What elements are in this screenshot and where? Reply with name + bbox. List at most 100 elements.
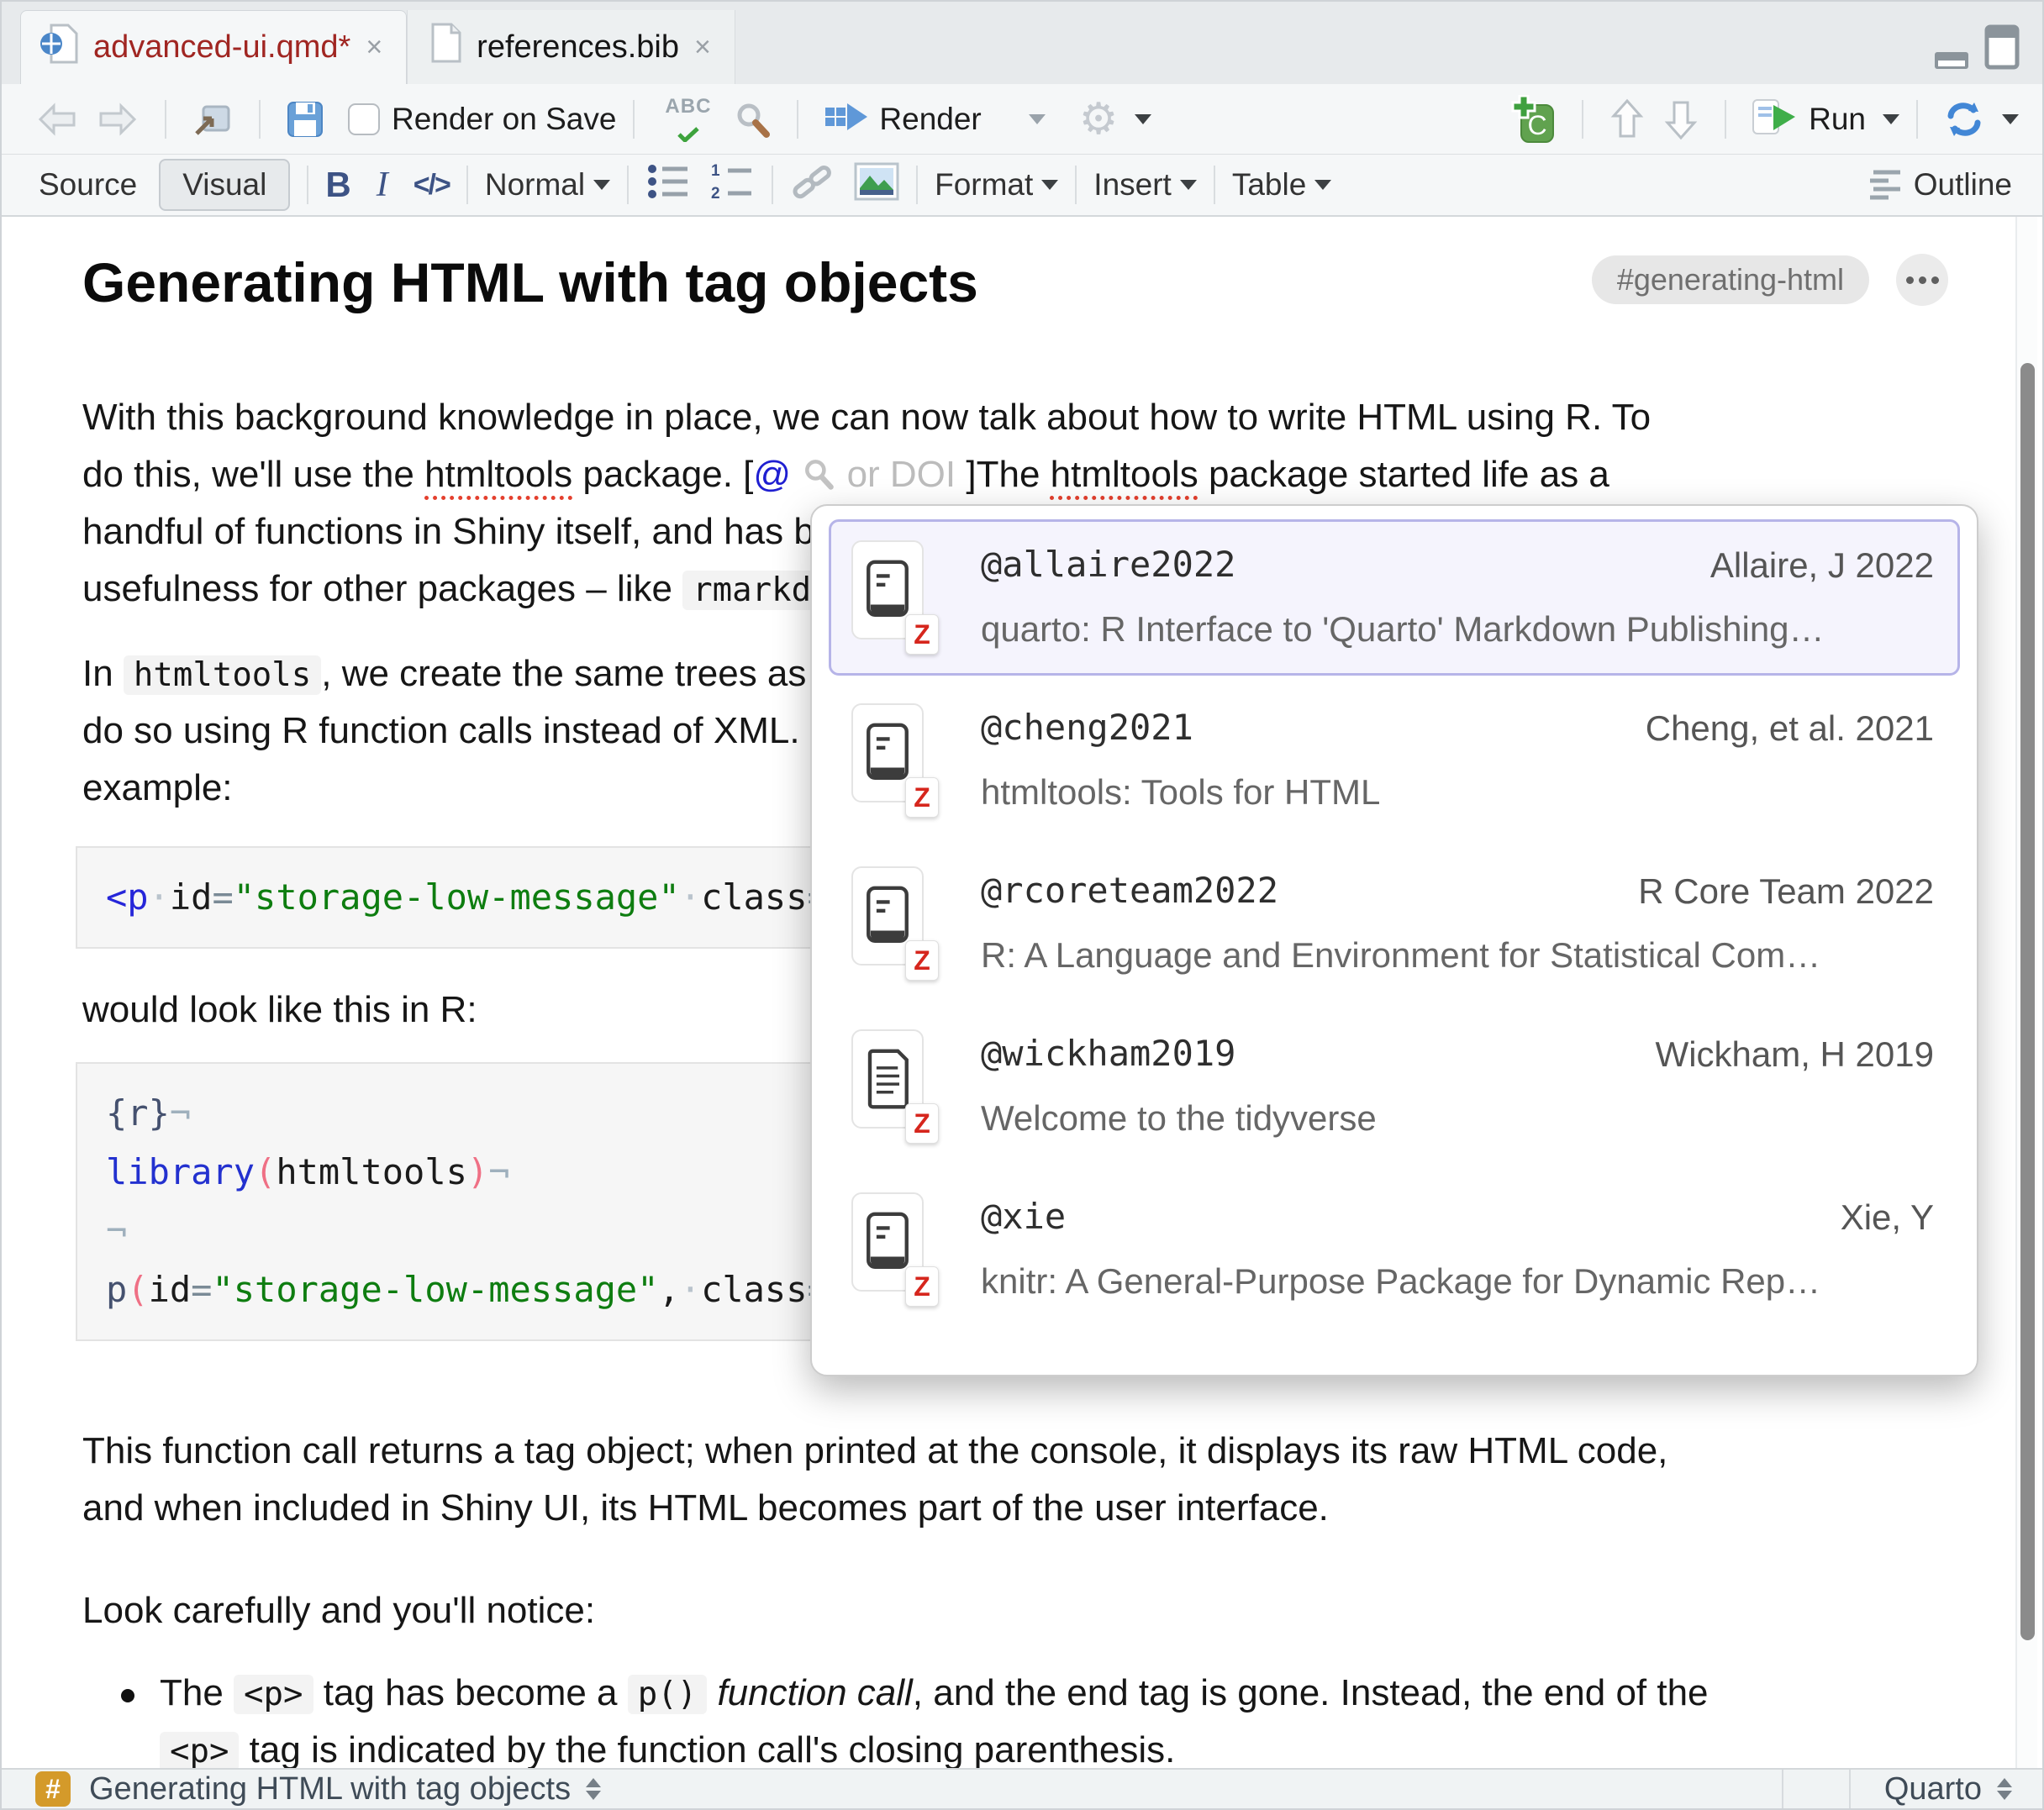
visual-mode-button[interactable]: Visual [159,159,290,211]
render-on-save-checkbox[interactable] [348,103,380,135]
citation-key: @allaire2022 [981,544,1235,585]
maximize-pane-icon[interactable] [1983,24,2020,75]
section-navigator-caret[interactable] [586,1778,601,1800]
section-anchor-badge: #generating-html [1592,255,1869,304]
close-icon[interactable]: × [693,31,713,64]
image-button[interactable] [854,162,899,208]
book-icon: Z [851,540,924,639]
citation-title: R: A Language and Environment for Statis… [981,935,1820,976]
document-canvas[interactable]: Generating HTML with tag objects #genera… [2,217,2042,1768]
citation-item[interactable]: Z@allaire2022Allaire, J 2022quarto: R In… [829,519,1960,676]
render-icon [824,100,869,138]
italic-button[interactable]: I [377,165,388,205]
citation-author: Allaire, J 2022 [1710,545,1934,586]
save-button[interactable] [277,95,333,144]
run-icon [1752,98,1799,139]
misspelled-word: htmltools [424,454,572,495]
citation-popup-list: Z@allaire2022Allaire, J 2022quarto: R In… [829,519,1960,1328]
citation-key: @cheng2021 [981,707,1193,748]
run-button[interactable]: Run [1743,93,1874,145]
citation-key: @wickham2019 [981,1033,1235,1074]
table-menu-caret[interactable] [1314,180,1331,190]
numbered-list-button[interactable]: 12 [709,161,755,209]
svg-text:2: 2 [711,185,720,202]
svg-text:C: C [1528,110,1547,140]
citation-at-token: @ [753,454,791,495]
zotero-badge: Z [905,1103,939,1144]
citation-key: @xie [981,1196,1066,1237]
section-options-button[interactable] [1896,254,1948,306]
paragraph-line: With this background knowledge in place,… [82,397,1651,439]
inline-code-button[interactable]: </> [414,169,450,202]
insert-menu[interactable]: Insert [1093,167,1172,203]
render-button[interactable]: Render [815,95,989,143]
book-icon: Z [851,866,924,966]
paragraph-style-select[interactable]: Normal [485,167,585,203]
link-button[interactable] [790,161,835,209]
citation-author: Xie, Y [1841,1197,1934,1238]
insert-chunk-button[interactable]: C [1503,90,1565,149]
rerun-button[interactable] [1935,95,1994,144]
render-on-save-label: Render on Save [392,102,616,137]
forward-button[interactable] [87,94,148,145]
paragraph-line: do this, we'll use the htmltools package… [82,454,1609,496]
format-menu-caret[interactable] [1041,180,1058,190]
options-dropdown-caret[interactable] [1135,114,1151,124]
close-icon[interactable]: × [364,31,384,64]
inline-code: p() [628,1675,707,1714]
rerun-dropdown-caret[interactable] [2002,114,2019,124]
render-dropdown-caret[interactable] [1029,114,1046,124]
run-previous-chunks-button[interactable] [1600,92,1654,146]
bulleted-list-button[interactable] [645,162,691,208]
zotero-badge: Z [905,777,939,818]
pane-window-buttons [1933,24,2020,75]
run-next-chunk-button[interactable] [1654,92,1708,146]
scrollbar-thumb[interactable] [2020,363,2035,1640]
document-format-selector[interactable]: Quarto [1849,1770,2042,1808]
paragraph-line: example: [82,767,233,809]
citation-author: Cheng, et al. 2021 [1646,708,1934,749]
inline-code: <p> [234,1675,313,1714]
citation-item[interactable]: Z@cheng2021Cheng, et al. 2021htmltools: … [829,682,1960,839]
bold-button[interactable]: B [325,165,350,205]
tab-label: advanced-ui.qmd* [93,29,350,66]
table-menu[interactable]: Table [1232,167,1306,203]
citation-item[interactable]: Z @xie Xie, Y knitr: A General-Purpose Pack… [829,1171,1960,1328]
paragraph-line: Look carefully and you'll notice: [82,1590,595,1632]
bullet-line: <p> tag is indicated by the function cal… [160,1729,1175,1768]
insert-menu-caret[interactable] [1180,180,1197,190]
citation-placeholder: or DOI [847,454,956,495]
citation-title: Welcome to the tidyverse [981,1098,1377,1139]
format-menu[interactable]: Format [935,167,1033,203]
citation-title: knitr: A General-Purpose Package for Dyn… [981,1261,1820,1302]
spellcheck-button[interactable]: ABC [656,92,719,147]
source-mode-button[interactable]: Source [39,167,137,203]
inline-code: <p> [160,1732,239,1768]
qmd-file-icon [40,22,80,74]
back-button[interactable] [27,94,87,145]
run-dropdown-caret[interactable] [1883,114,1899,124]
paragraph-line: This function call returns a tag object;… [82,1430,1667,1472]
open-in-new-window-button[interactable] [183,95,242,144]
editor-tabbar: advanced-ui.qmd* × references.bib × [2,2,2042,84]
editor-toolbar: Render on Save ABC Render ⚙ C [2,84,2042,155]
minimize-pane-icon[interactable] [1933,40,1970,75]
zotero-badge: Z [905,1266,939,1307]
citation-popup: Z@allaire2022Allaire, J 2022quarto: R In… [810,504,1978,1376]
statusbar-segment [1782,1770,1849,1808]
vertical-scrollbar[interactable] [2015,217,2037,1768]
tab-advanced-ui-qmd[interactable]: advanced-ui.qmd* × [20,10,407,84]
render-options-button[interactable]: ⚙ [1071,89,1127,150]
find-replace-button[interactable] [724,95,780,144]
citation-item[interactable]: Z@rcoreteam2022R Core Team 2022R: A Lang… [829,845,1960,1002]
inline-code: htmltools [124,655,321,695]
outline-toggle[interactable]: Outline [1868,167,2012,203]
file-icon [426,21,463,73]
bullet-line: The <p> tag has become a p() function ca… [160,1672,1709,1714]
section-navigator[interactable]: Generating HTML with tag objects [89,1771,571,1807]
rstudio-source-pane: advanced-ui.qmd* × references.bib × [0,0,2044,1810]
tab-references-bib[interactable]: references.bib × [407,10,735,84]
citation-item[interactable]: Z@wickham2019Wickham, H 2019Welcome to t… [829,1008,1960,1165]
zotero-badge: Z [905,940,939,981]
paragraph-style-caret[interactable] [593,180,610,190]
